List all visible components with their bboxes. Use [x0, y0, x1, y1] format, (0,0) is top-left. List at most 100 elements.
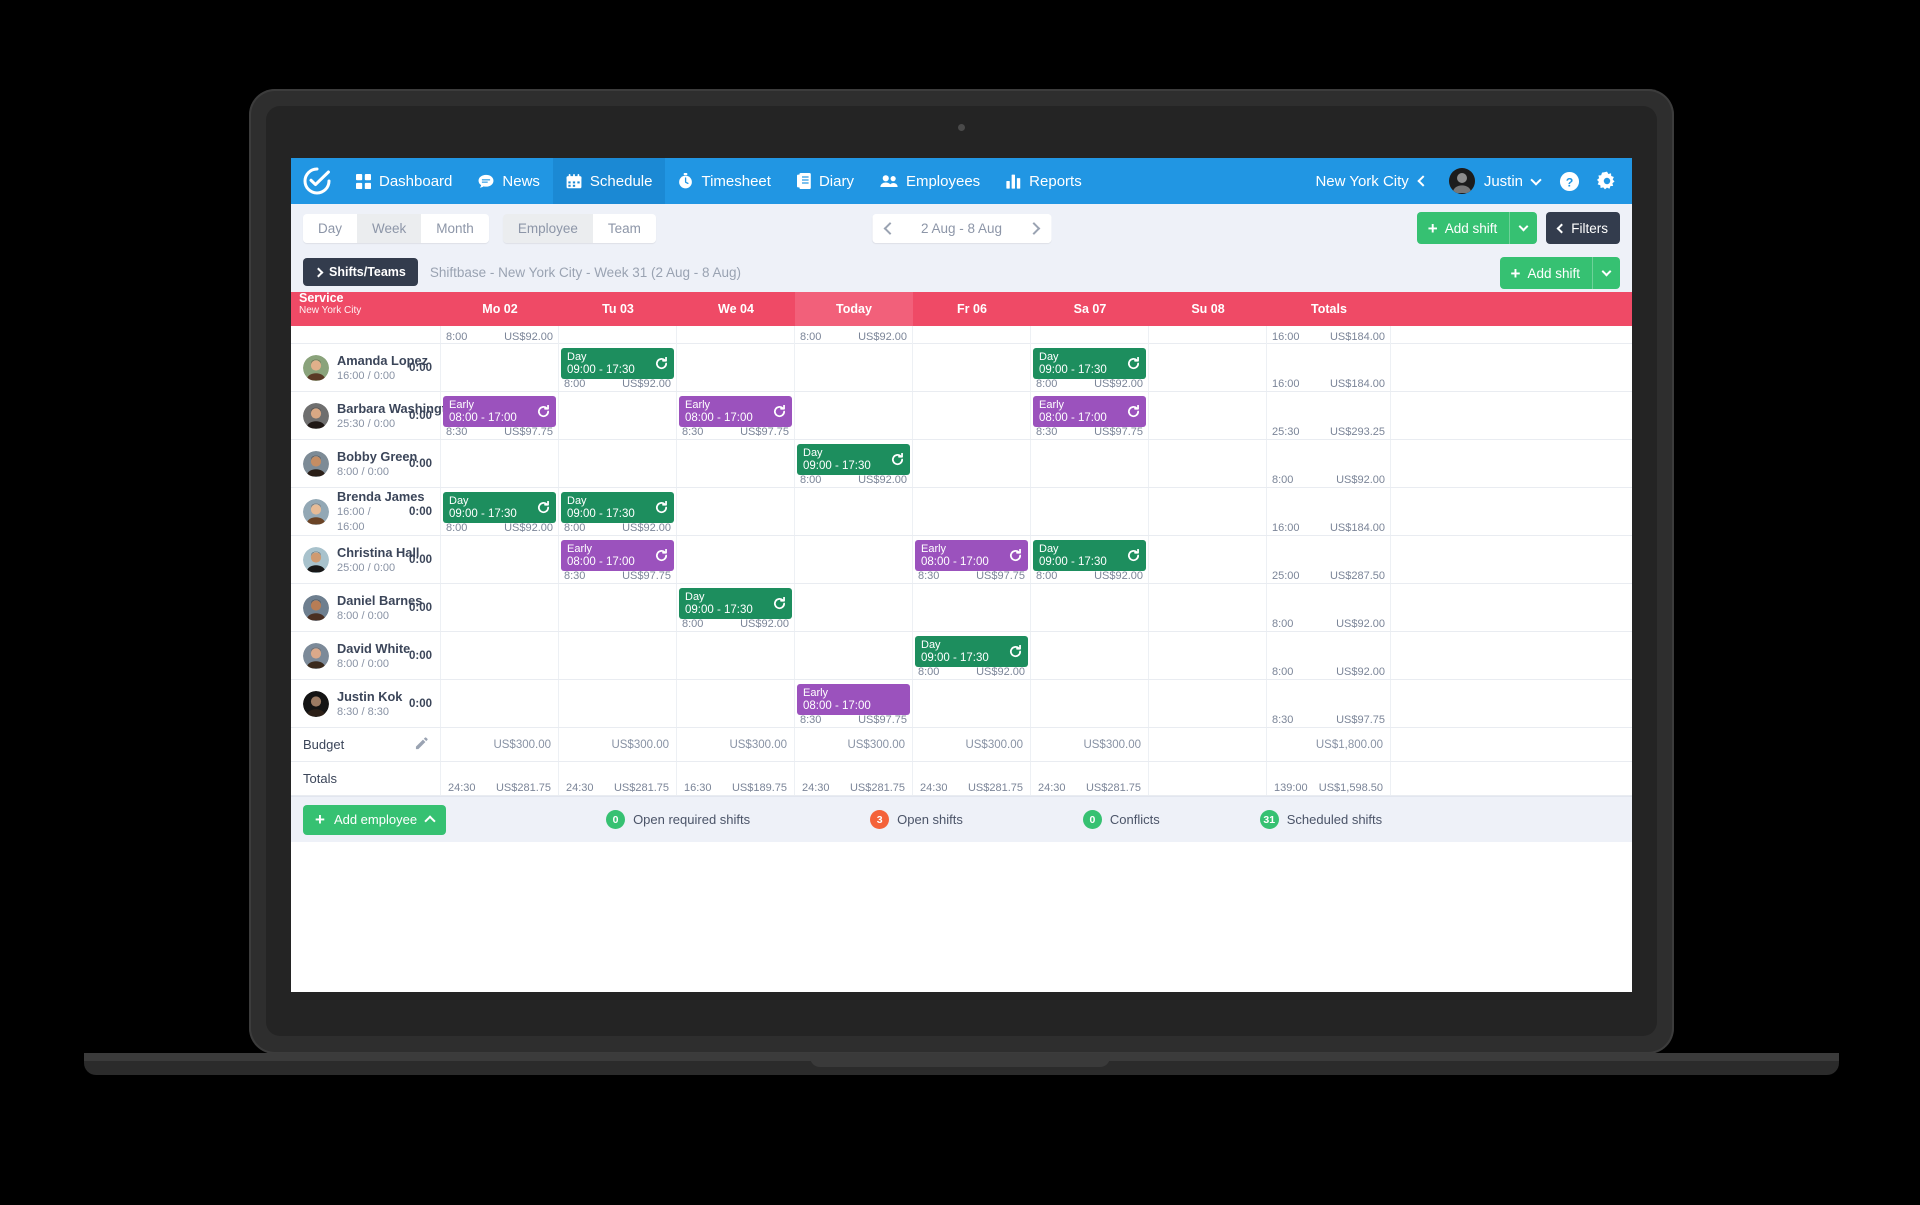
- budget-cell[interactable]: US$300.00: [677, 728, 795, 761]
- budget-cell[interactable]: US$300.00: [559, 728, 677, 761]
- shift-cell[interactable]: [559, 632, 677, 679]
- shift-cell[interactable]: [677, 632, 795, 679]
- shift-cell[interactable]: Day 09:00 - 17:30 8:00 US$92.00: [441, 488, 559, 535]
- shift-cell[interactable]: [441, 680, 559, 727]
- day-header-we[interactable]: We 04: [677, 292, 795, 326]
- shift-cell[interactable]: Day 09:00 - 17:30 8:00 US$92.00: [795, 440, 913, 487]
- shift-block[interactable]: Day 09:00 - 17:30: [915, 636, 1028, 667]
- shift-block[interactable]: Day 09:00 - 17:30: [1033, 540, 1146, 571]
- shift-block[interactable]: Day 09:00 - 17:30: [797, 444, 910, 475]
- app-logo[interactable]: [291, 166, 343, 196]
- view-mode-day[interactable]: Day: [303, 213, 358, 243]
- partial-day-cell[interactable]: [1149, 326, 1267, 344]
- shift-cell[interactable]: [913, 488, 1031, 535]
- shift-block[interactable]: Early 08:00 - 17:00: [797, 684, 910, 715]
- shift-cell[interactable]: [913, 392, 1031, 439]
- shift-cell[interactable]: [1149, 632, 1267, 679]
- shift-cell[interactable]: Day 09:00 - 17:30 8:00 US$92.00: [559, 344, 677, 391]
- shift-block[interactable]: Day 09:00 - 17:30: [443, 492, 556, 523]
- nav-item-timesheet[interactable]: Timesheet: [665, 158, 783, 204]
- footer-stat[interactable]: 0 Conflicts: [1082, 810, 1160, 829]
- budget-cell[interactable]: US$300.00: [795, 728, 913, 761]
- shift-cell[interactable]: Early 08:00 - 17:00 8:30 US$97.75: [559, 536, 677, 583]
- nav-item-diary[interactable]: Diary: [784, 158, 867, 204]
- budget-cell[interactable]: US$300.00: [913, 728, 1031, 761]
- shift-cell[interactable]: [677, 440, 795, 487]
- shift-cell[interactable]: [441, 536, 559, 583]
- shift-cell[interactable]: [559, 584, 677, 631]
- partial-day-cell[interactable]: [913, 326, 1031, 344]
- shift-cell[interactable]: [913, 440, 1031, 487]
- shift-cell[interactable]: [795, 344, 913, 391]
- shift-cell[interactable]: [1149, 680, 1267, 727]
- view-mode-week[interactable]: Week: [357, 213, 422, 243]
- employee-name-cell[interactable]: Daniel Barnes 8:00 / 0:00 0:00: [291, 584, 441, 631]
- day-header-sa[interactable]: Sa 07: [1031, 292, 1149, 326]
- shift-cell[interactable]: [795, 488, 913, 535]
- shift-cell[interactable]: [795, 632, 913, 679]
- shift-cell[interactable]: [677, 536, 795, 583]
- shift-cell[interactable]: Day 09:00 - 17:30 8:00 US$92.00: [1031, 344, 1149, 391]
- shift-cell[interactable]: [913, 344, 1031, 391]
- filters-button[interactable]: Filters: [1546, 212, 1620, 244]
- partial-day-cell[interactable]: 8:00 US$92.00: [795, 326, 913, 344]
- budget-cell[interactable]: [1149, 728, 1267, 761]
- day-header-tu[interactable]: Tu 03: [559, 292, 677, 326]
- shift-cell[interactable]: Day 09:00 - 17:30 8:00 US$92.00: [913, 632, 1031, 679]
- help-button[interactable]: ?: [1550, 158, 1588, 204]
- employee-name-cell[interactable]: Bobby Green 8:00 / 0:00 0:00: [291, 440, 441, 487]
- shift-cell[interactable]: [1031, 680, 1149, 727]
- employee-name-cell[interactable]: Justin Kok 8:30 / 8:30 0:00: [291, 680, 441, 727]
- shift-cell[interactable]: [913, 680, 1031, 727]
- footer-stat[interactable]: 0 Open required shifts: [606, 810, 750, 829]
- partial-day-cell[interactable]: [559, 326, 677, 344]
- shift-cell[interactable]: [677, 344, 795, 391]
- employee-name-cell[interactable]: Amanda Lopez 16:00 / 0:00 0:00: [291, 344, 441, 391]
- view-mode-month[interactable]: Month: [421, 213, 489, 243]
- shift-cell[interactable]: [795, 392, 913, 439]
- shift-cell[interactable]: Day 09:00 - 17:30 8:00 US$92.00: [559, 488, 677, 535]
- prev-period-button[interactable]: [871, 213, 907, 243]
- panel-add-shift-dropdown[interactable]: [1592, 257, 1620, 289]
- partial-day-cell[interactable]: [677, 326, 795, 344]
- partial-day-cell[interactable]: [1031, 326, 1149, 344]
- pencil-icon[interactable]: [415, 736, 428, 753]
- service-header[interactable]: Service New York City: [291, 292, 441, 326]
- footer-stat[interactable]: 31 Scheduled shifts: [1259, 810, 1382, 829]
- add-shift-dropdown[interactable]: [1509, 212, 1537, 244]
- shift-cell[interactable]: [441, 584, 559, 631]
- nav-item-schedule[interactable]: Schedule: [552, 158, 666, 204]
- day-header-today[interactable]: Today: [795, 292, 913, 326]
- shift-cell[interactable]: Day 09:00 - 17:30 8:00 US$92.00: [677, 584, 795, 631]
- shift-cell[interactable]: Early 08:00 - 17:00 8:30 US$97.75: [677, 392, 795, 439]
- shift-block[interactable]: Early 08:00 - 17:00: [1033, 396, 1146, 427]
- day-header-mo[interactable]: Mo 02: [441, 292, 559, 326]
- shift-cell[interactable]: [677, 680, 795, 727]
- shift-cell[interactable]: [1031, 632, 1149, 679]
- shift-cell[interactable]: [1149, 440, 1267, 487]
- shift-block[interactable]: Early 08:00 - 17:00: [443, 396, 556, 427]
- shift-cell[interactable]: Early 08:00 - 17:00 8:30 US$97.75: [1031, 392, 1149, 439]
- shift-cell[interactable]: [441, 344, 559, 391]
- shift-cell[interactable]: [441, 440, 559, 487]
- budget-cell[interactable]: US$300.00: [1031, 728, 1149, 761]
- shift-cell[interactable]: [795, 536, 913, 583]
- shift-block[interactable]: Day 09:00 - 17:30: [561, 348, 674, 379]
- shift-cell[interactable]: Day 09:00 - 17:30 8:00 US$92.00: [1031, 536, 1149, 583]
- shift-block[interactable]: Day 09:00 - 17:30: [679, 588, 792, 619]
- shift-block[interactable]: Early 08:00 - 17:00: [679, 396, 792, 427]
- footer-stat[interactable]: 3 Open shifts: [870, 810, 963, 829]
- next-period-button[interactable]: [1016, 213, 1052, 243]
- shift-cell[interactable]: [1149, 344, 1267, 391]
- shift-block[interactable]: Day 09:00 - 17:30: [1033, 348, 1146, 379]
- location-selector[interactable]: New York City: [1303, 173, 1438, 190]
- employee-name-cell[interactable]: Brenda James 16:00 / 16:00 0:00: [291, 488, 441, 535]
- group-mode-team[interactable]: Team: [592, 213, 656, 243]
- shift-cell[interactable]: [1149, 584, 1267, 631]
- shift-cell[interactable]: Early 08:00 - 17:00 8:30 US$97.75: [795, 680, 913, 727]
- shift-cell[interactable]: [795, 584, 913, 631]
- shift-block[interactable]: Early 08:00 - 17:00: [915, 540, 1028, 571]
- add-employee-button[interactable]: + Add employee: [303, 804, 447, 835]
- shift-cell[interactable]: [559, 680, 677, 727]
- add-shift-button[interactable]: + Add shift: [1416, 212, 1538, 244]
